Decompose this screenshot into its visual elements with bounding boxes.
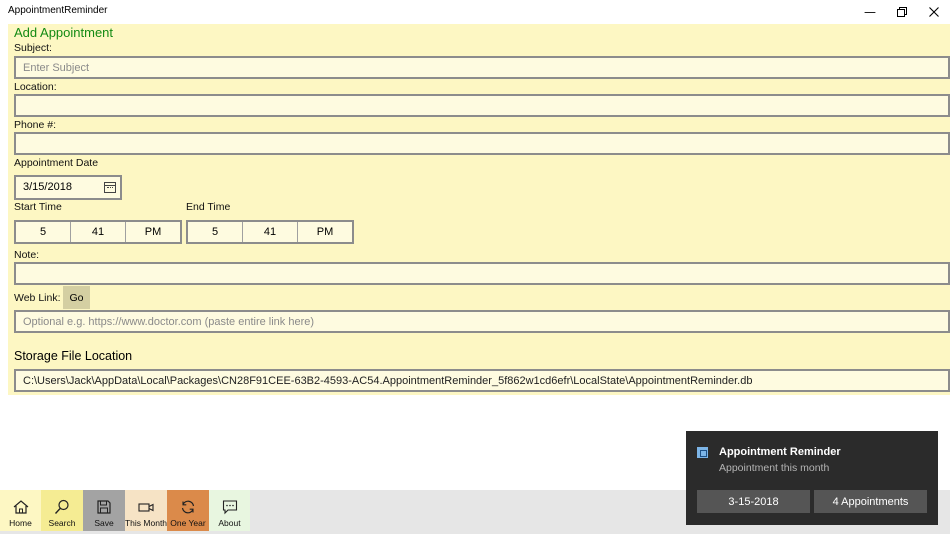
- nav-one-year-button[interactable]: One Year: [167, 490, 209, 531]
- web-link-input[interactable]: Optional e.g. https://www.doctor.com (pa…: [14, 310, 950, 333]
- storage-path-field[interactable]: C:\Users\Jack\AppData\Local\Packages\CN2…: [14, 369, 950, 392]
- nav-save-label: Save: [94, 518, 114, 528]
- subject-input[interactable]: Enter Subject: [14, 56, 950, 79]
- location-input[interactable]: [14, 94, 950, 117]
- start-time-hour[interactable]: 5: [16, 222, 71, 242]
- chat-icon: [222, 500, 237, 515]
- appointment-date-picker[interactable]: 3/15/2018: [14, 175, 122, 200]
- nav-one-year-label: One Year: [170, 518, 206, 528]
- calendar-icon[interactable]: [104, 182, 116, 193]
- close-button[interactable]: [918, 0, 950, 24]
- title-bar: AppointmentReminder —: [0, 0, 950, 24]
- refresh-icon: [181, 500, 195, 514]
- camera-icon: [138, 503, 154, 512]
- app-title: AppointmentReminder: [8, 5, 108, 16]
- nav-search-button[interactable]: Search: [41, 490, 83, 531]
- end-time-hour[interactable]: 5: [188, 222, 243, 242]
- home-icon: [13, 500, 28, 514]
- toast-title: Appointment Reminder: [719, 446, 841, 458]
- save-icon: [97, 500, 111, 514]
- subject-label: Subject:: [14, 42, 52, 54]
- start-time-picker[interactable]: 5 41 PM: [14, 220, 182, 244]
- web-link-label: Web Link:: [14, 292, 61, 304]
- toast-date-button[interactable]: 3-15-2018: [697, 490, 810, 513]
- minimize-icon: —: [864, 5, 876, 19]
- form-title: Add Appointment: [14, 25, 114, 40]
- minimize-button[interactable]: —: [854, 0, 886, 24]
- end-time-label: End Time: [186, 201, 231, 213]
- app-icon: [697, 447, 708, 458]
- nav-this-month-button[interactable]: This Month: [125, 490, 167, 531]
- add-appointment-form: Add Appointment Subject: Enter Subject L…: [8, 24, 950, 395]
- toast-notification[interactable]: Appointment Reminder Appointment this mo…: [686, 431, 938, 525]
- location-label: Location:: [14, 81, 57, 93]
- phone-input[interactable]: [14, 132, 950, 155]
- search-icon: [54, 499, 69, 514]
- nav-home-button[interactable]: Home: [0, 490, 41, 531]
- toast-count-button[interactable]: 4 Appointments: [814, 490, 927, 513]
- start-time-minute[interactable]: 41: [71, 222, 126, 242]
- go-button[interactable]: Go: [63, 286, 90, 309]
- note-label: Note:: [14, 249, 40, 261]
- end-time-picker[interactable]: 5 41 PM: [186, 220, 354, 244]
- restore-button[interactable]: [886, 0, 918, 24]
- nav-save-button[interactable]: Save: [83, 490, 125, 531]
- nav-home-label: Home: [9, 518, 32, 528]
- nav-about-label: About: [218, 518, 241, 528]
- appointment-date-value: 3/15/2018: [23, 181, 72, 193]
- start-time-period[interactable]: PM: [126, 222, 180, 242]
- nav-search-label: Search: [48, 518, 76, 528]
- appointment-date-label: Appointment Date: [14, 157, 99, 169]
- storage-location-title: Storage File Location: [14, 349, 133, 363]
- close-icon: [929, 7, 939, 17]
- start-time-label: Start Time: [14, 201, 62, 213]
- nav-this-month-label: This Month: [124, 518, 168, 528]
- end-time-minute[interactable]: 41: [243, 222, 298, 242]
- end-time-period[interactable]: PM: [298, 222, 352, 242]
- restore-icon: [897, 7, 907, 17]
- toast-subtitle: Appointment this month: [719, 462, 830, 474]
- phone-label: Phone #:: [14, 119, 57, 131]
- note-input[interactable]: [14, 262, 950, 285]
- nav-about-button[interactable]: About: [209, 490, 250, 531]
